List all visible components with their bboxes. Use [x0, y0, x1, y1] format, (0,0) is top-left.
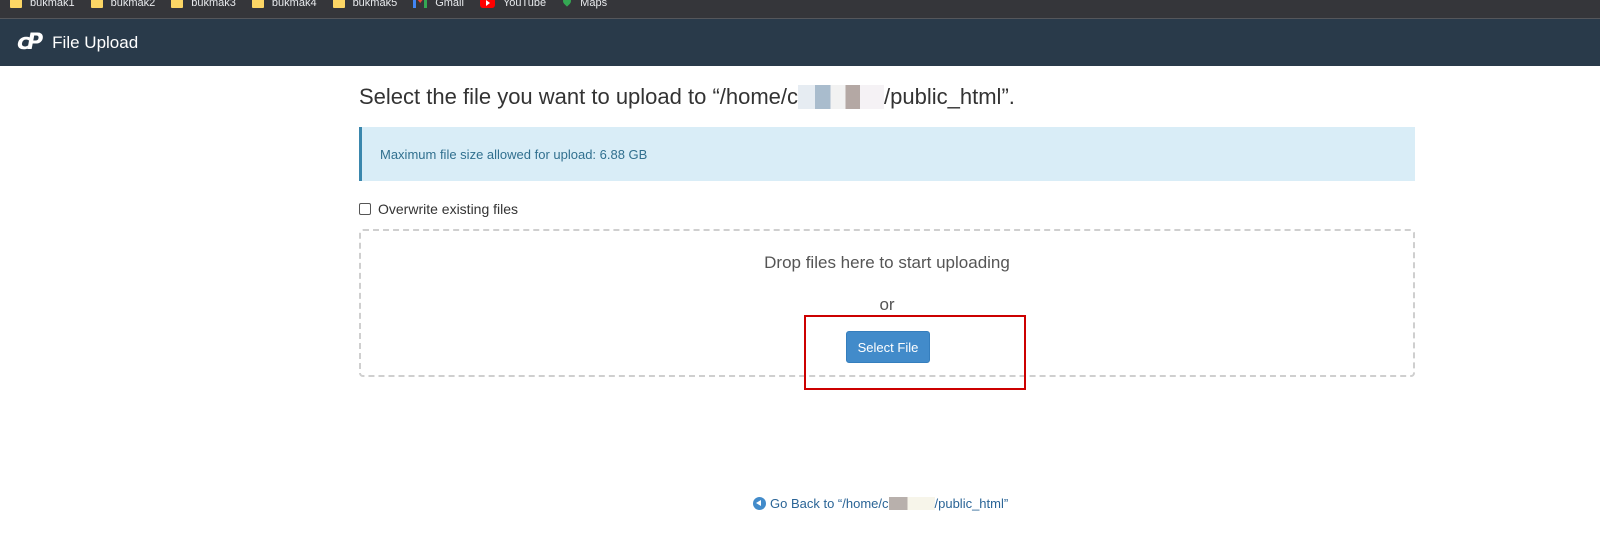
bookmark-gmail[interactable]: Gmail	[413, 0, 464, 9]
gmail-icon	[413, 0, 428, 8]
cpanel-logo[interactable]: cP	[17, 30, 43, 55]
go-back-suffix: /public_html”	[934, 496, 1009, 511]
bookmark-label: YouTube	[502, 0, 547, 9]
folder-icon	[171, 0, 184, 8]
bookmark-label: Gmail	[435, 0, 464, 9]
max-size-alert: Maximum file size allowed for upload: 6.…	[359, 127, 1415, 181]
bookmark-label: bukmak3	[191, 0, 236, 9]
page-title: Select the file you want to upload to “/…	[359, 84, 1415, 110]
bookmark-label: bukmak4	[271, 0, 317, 9]
bookmark-label: bukmak5	[352, 0, 398, 9]
redacted-username	[798, 85, 885, 109]
bookmark-label: Maps	[580, 0, 608, 9]
bookmark-bukmak3[interactable]: bukmak3	[171, 0, 236, 9]
folder-icon	[332, 0, 345, 8]
bookmark-bukmak1[interactable]: bukmak1	[10, 0, 75, 9]
page-header-title: File Upload	[52, 32, 139, 52]
bookmark-youtube[interactable]: YouTube	[479, 0, 547, 9]
folder-icon	[90, 0, 103, 8]
overwrite-option[interactable]: Overwrite existing files	[359, 201, 1415, 217]
or-text: or	[879, 295, 895, 314]
drop-text: Drop files here to start uploading	[764, 253, 1010, 272]
folder-icon	[10, 0, 22, 8]
youtube-icon	[479, 0, 495, 8]
folder-icon	[251, 0, 264, 8]
bookmark-label: bukmak2	[110, 0, 156, 9]
overwrite-label[interactable]: Overwrite existing files	[378, 201, 518, 217]
go-back-link[interactable]: Go Back to “/home/c/public_html”	[753, 496, 1008, 511]
title-prefix: Select the file you want to upload to “/…	[359, 84, 799, 109]
bookmark-maps[interactable]: Maps	[562, 0, 608, 9]
bookmark-bukmak5[interactable]: bukmak5	[332, 0, 398, 9]
app-header: cP File Upload	[0, 19, 1600, 66]
bookmark-bukmak4[interactable]: bukmak4	[251, 0, 317, 9]
alert-text: Maximum file size allowed for upload: 6.…	[380, 146, 648, 162]
highlight-annotation	[804, 315, 1026, 390]
maps-icon	[562, 0, 572, 8]
title-suffix: /public_html”.	[884, 84, 1015, 109]
arrow-left-circle-icon	[753, 497, 766, 510]
overwrite-checkbox[interactable]	[359, 203, 371, 215]
bookmark-bukmak2[interactable]: bukmak2	[90, 0, 156, 9]
go-back-prefix: Go Back to “/home/c	[770, 496, 889, 511]
redacted-username	[888, 497, 935, 510]
bookmarks-bar: bukmak1 bukmak2 bukmak3 bukmak4 bukmak5 …	[0, 0, 1600, 19]
bookmark-label: bukmak1	[30, 0, 75, 9]
